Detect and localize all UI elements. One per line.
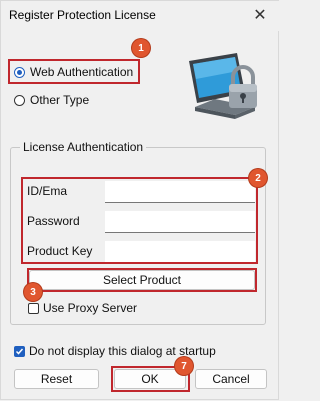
callout-badge-1: 1: [132, 39, 150, 57]
use-proxy-label: Use Proxy Server: [43, 301, 138, 315]
use-proxy-checkbox[interactable]: Use Proxy Server: [28, 301, 137, 315]
title-bar: Register Protection License ✕: [1, 1, 280, 31]
window-title: Register Protection License: [9, 8, 156, 22]
register-license-dialog: Register Protection License ✕ Web Authen…: [0, 0, 280, 400]
callout-badge-7: 7: [175, 357, 193, 375]
checkbox-unchecked-icon: [28, 302, 39, 314]
product-key-input[interactable]: [105, 241, 255, 263]
radio-label-other-type: Other Type: [30, 93, 90, 107]
radio-other-type[interactable]: Other Type: [14, 93, 89, 107]
callout-badge-2: 2: [249, 169, 267, 187]
do-not-display-label: Do not display this dialog at startup: [29, 344, 216, 358]
product-key-label: Product Key: [27, 244, 93, 258]
do-not-display-checkbox[interactable]: Do not display this dialog at startup: [14, 344, 216, 358]
id-email-label: ID/Ema: [27, 184, 68, 198]
checkmark-icon: [15, 348, 24, 355]
radio-label-web-authentication: Web Authentication: [30, 65, 134, 79]
password-input[interactable]: [105, 211, 255, 233]
group-title: License Authentication: [20, 140, 147, 154]
password-label: Password: [27, 214, 80, 228]
ok-button[interactable]: OK: [114, 369, 186, 389]
close-icon[interactable]: ✕: [250, 5, 270, 25]
id-email-input[interactable]: [105, 181, 255, 203]
radio-web-authentication[interactable]: Web Authentication: [14, 65, 133, 79]
callout-badge-3: 3: [24, 283, 42, 301]
radio-unchecked-icon: [14, 94, 25, 106]
monitor-with-padlock-icon: [189, 53, 257, 119]
reset-button[interactable]: Reset: [14, 369, 99, 389]
cancel-button[interactable]: Cancel: [195, 369, 267, 389]
checkbox-checked-icon: [14, 345, 25, 357]
license-authentication-group: [10, 147, 266, 325]
select-product-button[interactable]: Select Product: [29, 270, 255, 290]
radio-checked-icon: [14, 66, 25, 78]
